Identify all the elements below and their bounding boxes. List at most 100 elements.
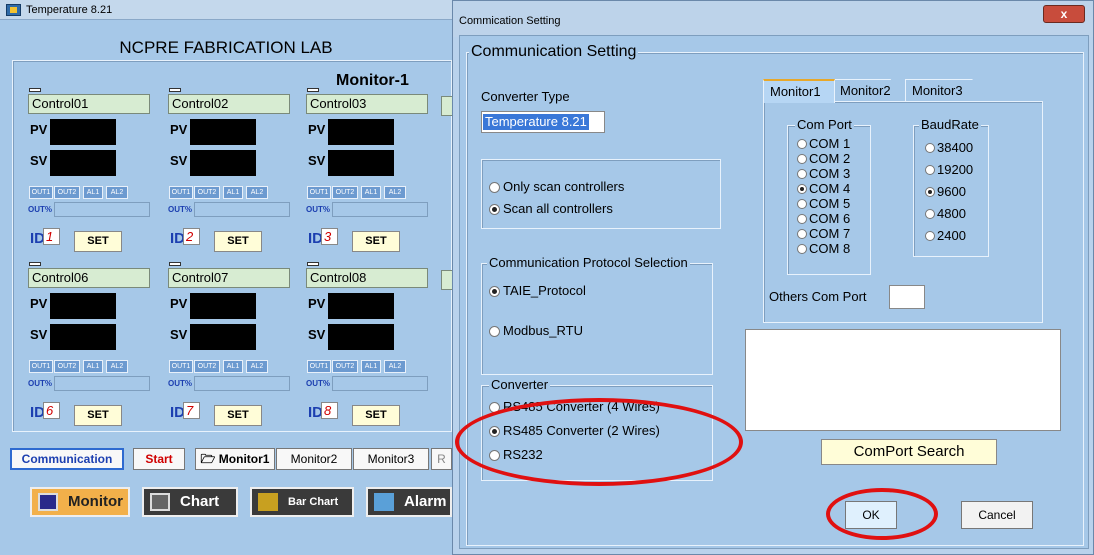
- controller-name: Control06: [28, 268, 150, 288]
- id-input[interactable]: 2: [183, 228, 200, 245]
- converter-type-value: Temperature 8.21: [483, 114, 589, 130]
- app-icon: [6, 4, 21, 16]
- indicator-al2: AL2: [384, 186, 406, 199]
- com-port-radio[interactable]: COM 3: [795, 167, 850, 180]
- set-button[interactable]: SET: [74, 405, 122, 426]
- indicator-out2: OUT2: [332, 360, 358, 373]
- out-percent-label: OUT%: [28, 205, 52, 214]
- out-percent-bar: [54, 202, 150, 217]
- set-button[interactable]: SET: [214, 231, 262, 252]
- converter-group-label: Converter: [489, 377, 551, 392]
- indicator-out2: OUT2: [194, 360, 220, 373]
- close-button[interactable]: x: [1043, 5, 1085, 23]
- set-button[interactable]: SET: [214, 405, 262, 426]
- indicator-out1: OUT1: [169, 186, 193, 199]
- protocol-radio[interactable]: Modbus_RTU: [489, 323, 583, 338]
- monitor2-button[interactable]: Monitor2: [276, 448, 352, 470]
- set-button[interactable]: SET: [74, 231, 122, 252]
- id-input[interactable]: 1: [43, 228, 60, 245]
- com-port-radio[interactable]: COM 6: [795, 212, 850, 225]
- comport-search-button[interactable]: ComPort Search: [821, 439, 997, 465]
- baud-rate-radio[interactable]: 38400: [923, 141, 973, 154]
- pv-label: PV: [170, 296, 188, 311]
- baud-rate-radio[interactable]: 4800: [923, 207, 966, 220]
- indicator-out2: OUT2: [332, 186, 358, 199]
- indicator-al2: AL2: [246, 360, 268, 373]
- com-port-radio[interactable]: COM 4: [795, 182, 850, 195]
- set-button[interactable]: SET: [352, 231, 400, 252]
- chart-icon: [150, 493, 170, 511]
- communication-button[interactable]: Communication: [10, 448, 124, 470]
- pv-display: [328, 119, 394, 145]
- main-window-title: Temperature 8.21: [26, 4, 113, 16]
- status-led: [29, 262, 41, 266]
- converter-type-input[interactable]: Temperature 8.21: [481, 111, 605, 133]
- dialog-title-bar: Commication Setting: [453, 1, 1093, 37]
- com-port-radio[interactable]: COM 7: [795, 227, 850, 240]
- converter-radio[interactable]: RS232: [489, 447, 543, 462]
- bar-chart-nav-label: Bar Chart: [288, 496, 339, 508]
- com-port-radio[interactable]: COM 2: [795, 152, 850, 165]
- monitor1-button[interactable]: 🗁 Monitor1: [195, 448, 275, 470]
- sv-display: [328, 150, 394, 176]
- com-port-radio[interactable]: COM 1: [795, 137, 850, 150]
- id-input[interactable]: 3: [321, 228, 338, 245]
- monitor-nav-button[interactable]: Monitor: [30, 487, 130, 517]
- indicator-al2: AL2: [246, 186, 268, 199]
- converter-radio[interactable]: RS485 Converter (4 Wires): [489, 399, 660, 414]
- monitor3-button[interactable]: Monitor3: [353, 448, 429, 470]
- baud-rate-radio[interactable]: 19200: [923, 163, 973, 176]
- monitor-icon: [38, 493, 58, 511]
- alarm-icon: [374, 493, 394, 511]
- controller-card: Control06 PV SV OUT1 OUT2 AL1 AL2 OUT% ID 6 SET: [26, 262, 152, 428]
- ok-button[interactable]: OK: [845, 501, 897, 529]
- controller-card: Control08 PV SV OUT1 OUT2 AL1 AL2 OUT% ID 8 SET: [304, 262, 430, 428]
- converter-type-label: Converter Type: [481, 89, 570, 104]
- pv-display: [190, 293, 256, 319]
- controller-name: Control07: [168, 268, 290, 288]
- com-port-radio[interactable]: COM 5: [795, 197, 850, 210]
- com-port-label: Com Port: [795, 117, 854, 132]
- pv-display: [328, 293, 394, 319]
- converter-radio[interactable]: RS485 Converter (2 Wires): [489, 423, 660, 438]
- controller-card: Control02 PV SV OUT1 OUT2 AL1 AL2 OUT% ID 2 SET: [166, 88, 292, 254]
- r-button[interactable]: R: [431, 448, 452, 470]
- monitor1-label: Monitor1: [218, 452, 270, 466]
- com-port-radio[interactable]: COM 8: [795, 242, 850, 255]
- scan-option-radio[interactable]: Only scan controllers: [489, 179, 624, 194]
- status-led: [29, 88, 41, 92]
- cancel-button[interactable]: Cancel: [961, 501, 1033, 529]
- others-com-port-input[interactable]: [889, 285, 925, 309]
- indicator-al1: AL1: [83, 186, 103, 199]
- baud-rate-radio[interactable]: 2400: [923, 229, 966, 242]
- bar-chart-icon: [258, 493, 278, 511]
- pv-label: PV: [170, 122, 188, 137]
- out-percent-bar: [332, 202, 428, 217]
- protocol-radio[interactable]: TAIE_Protocol: [489, 283, 586, 298]
- sv-label: SV: [308, 327, 326, 342]
- out-percent-bar: [332, 376, 428, 391]
- bar-chart-nav-button[interactable]: Bar Chart: [250, 487, 354, 517]
- start-button[interactable]: Start: [133, 448, 185, 470]
- sv-display: [190, 324, 256, 350]
- pv-display: [50, 293, 116, 319]
- indicator-al1: AL1: [361, 360, 381, 373]
- out-percent-bar: [194, 376, 290, 391]
- tab-monitor1[interactable]: Monitor1: [763, 79, 835, 103]
- sv-label: SV: [30, 327, 48, 342]
- com-port-result-box[interactable]: [745, 329, 1061, 431]
- chart-nav-button[interactable]: Chart: [142, 487, 238, 517]
- baud-rate-radio[interactable]: 9600: [923, 185, 966, 198]
- id-input[interactable]: 7: [183, 402, 200, 419]
- id-input[interactable]: 8: [321, 402, 338, 419]
- monitor-nav-label: Monitor: [68, 493, 123, 510]
- scan-option-radio[interactable]: Scan all controllers: [489, 201, 613, 216]
- sv-display: [328, 324, 394, 350]
- status-led: [307, 262, 319, 266]
- folder-icon: 🗁: [200, 452, 216, 466]
- set-button[interactable]: SET: [352, 405, 400, 426]
- alarm-nav-button[interactable]: Alarm: [366, 487, 452, 517]
- sv-label: SV: [170, 153, 188, 168]
- id-input[interactable]: 6: [43, 402, 60, 419]
- status-led: [307, 88, 319, 92]
